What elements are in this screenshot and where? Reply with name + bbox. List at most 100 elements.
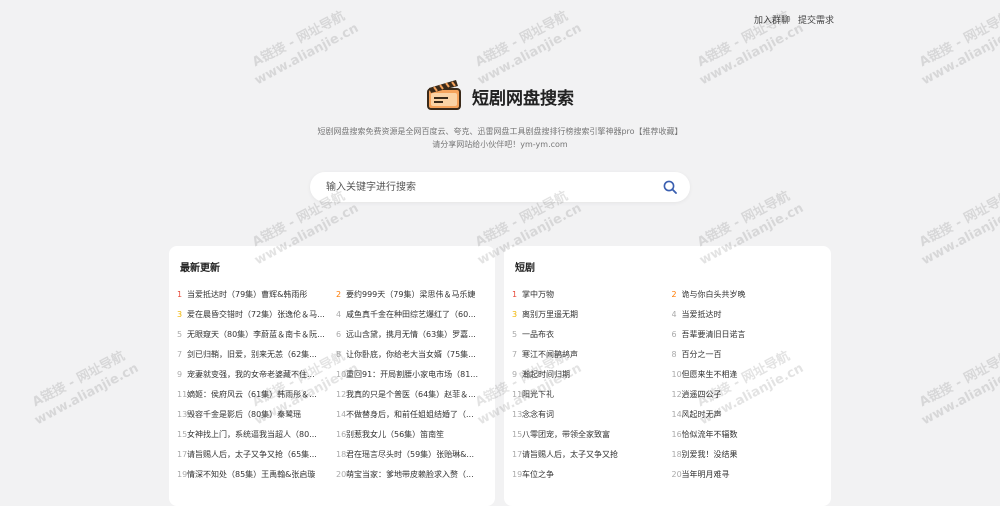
item-title: 嫡姬：侯府风云（61集）韩雨彤＆... bbox=[187, 389, 317, 399]
list-item[interactable]: 15 八零团宠，带领全家致富 bbox=[512, 424, 666, 444]
list-item[interactable]: 6 吾辈要清旧日诺言 bbox=[672, 324, 826, 344]
shorts-card: 短剧 1 掌中万物 2 诡与你白头共岁晚 3 离别万里遥无期 4 当爱抵达时 5 一品布衣 6 吾辈要… bbox=[504, 246, 831, 506]
rank-number: 3 bbox=[512, 309, 518, 319]
item-title: 女神找上门，系统逼我当超人（80... bbox=[187, 429, 317, 439]
description-line-2: 请分享网站给小伙伴吧！ym-ym.com bbox=[432, 140, 568, 149]
list-item[interactable]: 4 咸鱼真千金在种田综艺爆红了（60... bbox=[336, 304, 489, 324]
item-title: 一品布衣 bbox=[522, 329, 554, 339]
rank-number: 12 bbox=[336, 389, 347, 399]
list-item[interactable]: 20 萌宝当家：爹地带皮赖脸求入赘（... bbox=[336, 464, 489, 484]
list-item[interactable]: 13 毁容千金是影后（80集）秦鹭瑶 bbox=[177, 404, 330, 424]
list-item[interactable]: 18 君在瑶言尽头时（59集）张贻琳&... bbox=[336, 444, 489, 464]
rank-number: 4 bbox=[336, 309, 342, 319]
item-title: 让你卧底，你给老大当女婿（75集... bbox=[346, 349, 476, 359]
rank-number: 9 bbox=[177, 369, 183, 379]
rank-number: 2 bbox=[671, 289, 677, 299]
item-title: 车位之争 bbox=[522, 469, 554, 479]
list-item[interactable]: 9 瀚起时间归期 bbox=[512, 364, 666, 384]
watermark: A链接 - 网址导航www.alianjie.cn bbox=[911, 5, 1000, 89]
list-item[interactable]: 14 风起时无声 bbox=[672, 404, 826, 424]
list-item[interactable]: 18 别爱我！没结果 bbox=[672, 444, 826, 464]
submit-request-link[interactable]: 提交需求 bbox=[798, 13, 834, 26]
item-title: 离别万里遥无期 bbox=[522, 309, 578, 319]
list-item[interactable]: 5 无眼窥天（80集）李蔚蓝＆南卡＆阮... bbox=[177, 324, 330, 344]
list-item[interactable]: 13 念念有词 bbox=[512, 404, 666, 424]
site-description: 短剧网盘搜索免费资源是全网百度云、夸克、迅雷网盘工具剧盘搜排行榜搜索引擎神器pr… bbox=[0, 125, 1000, 151]
watermark-line-1: A链接 - 网址导航 bbox=[916, 348, 1000, 411]
rank-number: 7 bbox=[177, 349, 183, 359]
rank-number: 17 bbox=[177, 449, 188, 459]
item-title: 瀚起时间归期 bbox=[522, 369, 570, 379]
list-item[interactable]: 9 宠妻就变强，我的女帝老婆藏不住... bbox=[177, 364, 330, 384]
watermark-line-2: www.alianjie.cn bbox=[919, 200, 1000, 269]
list-item[interactable]: 8 让你卧底，你给老大当女婿（75集... bbox=[336, 344, 489, 364]
list-item[interactable]: 8 百分之一百 bbox=[672, 344, 826, 364]
latest-updates-card: 最新更新 1 当爱抵达时（79集）曹辉&韩雨彤 2 要约999天（79集）梁思伟＆马乐… bbox=[169, 246, 495, 506]
description-line-1: 短剧网盘搜索免费资源是全网百度云、夸克、迅雷网盘工具剧盘搜排行榜搜索引擎神器pr… bbox=[317, 127, 683, 136]
watermark-line-1: A链接 - 网址导航 bbox=[29, 348, 128, 411]
list-item[interactable]: 12 我真的只是个普医（64集）赵菲＆... bbox=[336, 384, 489, 404]
watermark-line-1: A链接 - 网址导航 bbox=[916, 8, 1000, 71]
site-title: 短剧网盘搜索 bbox=[472, 88, 574, 109]
list-item[interactable]: 7 剑已归鞘，旧爱，别来无恙（62集... bbox=[177, 344, 330, 364]
latest-list: 1 当爱抵达时（79集）曹辉&韩雨彤 2 要约999天（79集）梁思伟＆马乐婕 3 爱在晨… bbox=[177, 284, 489, 484]
rank-number: 18 bbox=[671, 449, 682, 459]
item-title: 当爱抵达时 bbox=[681, 309, 722, 319]
list-item[interactable]: 19 车位之争 bbox=[512, 464, 666, 484]
rank-number: 15 bbox=[177, 429, 188, 439]
list-item[interactable]: 16 别惹我女儿（56集）笛南笙 bbox=[336, 424, 489, 444]
watermark-line-1: A链接 - 网址导航 bbox=[472, 8, 571, 71]
item-title: 吾辈要清旧日诺言 bbox=[681, 329, 746, 339]
item-title: 我真的只是个普医（64集）赵菲＆... bbox=[346, 389, 476, 399]
list-item[interactable]: 2 诡与你白头共岁晚 bbox=[672, 284, 826, 304]
list-item[interactable]: 5 一品布衣 bbox=[512, 324, 666, 344]
rank-number: 20 bbox=[336, 469, 347, 479]
list-item[interactable]: 10 但愿来生不相逢 bbox=[672, 364, 826, 384]
item-title: 掌中万物 bbox=[522, 289, 554, 299]
rank-number: 1 bbox=[512, 289, 518, 299]
item-title: 无眼窥天（80集）李蔚蓝＆南卡＆阮... bbox=[187, 329, 325, 339]
list-item[interactable]: 4 当爱抵达时 bbox=[672, 304, 826, 324]
list-item[interactable]: 11 阳光下礼 bbox=[512, 384, 666, 404]
rank-number: 16 bbox=[671, 429, 682, 439]
list-item[interactable]: 16 恰似流年不辐数 bbox=[672, 424, 826, 444]
list-item[interactable]: 17 请旨赐人后，太子又争又抢 bbox=[512, 444, 666, 464]
list-item[interactable]: 2 要约999天（79集）梁思伟＆马乐婕 bbox=[336, 284, 489, 304]
rank-number: 15 bbox=[512, 429, 523, 439]
list-item[interactable]: 1 掌中万物 bbox=[512, 284, 666, 304]
rank-number: 8 bbox=[671, 349, 677, 359]
list-item[interactable]: 11 嫡姬：侯府风云（61集）韩雨彤＆... bbox=[177, 384, 330, 404]
list-item[interactable]: 12 逍遥四公子 bbox=[672, 384, 826, 404]
list-item[interactable]: 14 不做替身后，和前任姐姐结婚了（... bbox=[336, 404, 489, 424]
list-item[interactable]: 15 女神找上门，系统逼我当超人（80... bbox=[177, 424, 330, 444]
list-item[interactable]: 20 当年明月难寻 bbox=[672, 464, 826, 484]
item-title: 远山含黛，携月无情（63集）罗嘉... bbox=[346, 329, 476, 339]
rank-number: 5 bbox=[177, 329, 183, 339]
list-item[interactable]: 6 远山含黛，携月无情（63集）罗嘉... bbox=[336, 324, 489, 344]
rank-number: 1 bbox=[177, 289, 183, 299]
list-item[interactable]: 17 请旨赐人后，太子又争又抢（65集... bbox=[177, 444, 330, 464]
list-item[interactable]: 7 寒江不闻鹊鸪声 bbox=[512, 344, 666, 364]
item-title: 寒江不闻鹊鸪声 bbox=[522, 349, 578, 359]
rank-number: 16 bbox=[336, 429, 347, 439]
rank-number: 19 bbox=[177, 469, 188, 479]
shorts-list: 1 掌中万物 2 诡与你白头共岁晚 3 离别万里遥无期 4 当爱抵达时 5 一品布衣 6 吾辈要清旧日… bbox=[512, 284, 825, 484]
watermark-line-1: A链接 - 网址导航 bbox=[916, 188, 1000, 251]
search-icon[interactable] bbox=[660, 177, 680, 197]
rank-number: 18 bbox=[336, 449, 347, 459]
item-title: 别爱我！没结果 bbox=[681, 449, 738, 459]
list-item[interactable]: 3 离别万里遥无期 bbox=[512, 304, 666, 324]
list-item[interactable]: 19 情深不知处（85集）王禹翰&张启璇 bbox=[177, 464, 330, 484]
rank-number: 17 bbox=[512, 449, 523, 459]
logo[interactable]: 短剧网盘搜索 bbox=[0, 78, 1000, 114]
item-title: 咸鱼真千金在种田综艺爆红了（60... bbox=[346, 309, 476, 319]
list-item[interactable]: 10 重回91：开局割腰小家电市场（81... bbox=[336, 364, 489, 384]
list-item[interactable]: 3 爱在晨昏交错时（72集）张逸伦＆马... bbox=[177, 304, 330, 324]
item-title: 百分之一百 bbox=[681, 349, 722, 359]
item-title: 请旨赐人后，太子又争又抢（65集... bbox=[187, 449, 317, 459]
list-item[interactable]: 1 当爱抵达时（79集）曹辉&韩雨彤 bbox=[177, 284, 330, 304]
rank-number: 14 bbox=[671, 409, 682, 419]
item-title: 风起时无声 bbox=[681, 409, 722, 419]
join-group-link[interactable]: 加入群聊 bbox=[754, 13, 790, 26]
search-input[interactable] bbox=[324, 180, 660, 194]
